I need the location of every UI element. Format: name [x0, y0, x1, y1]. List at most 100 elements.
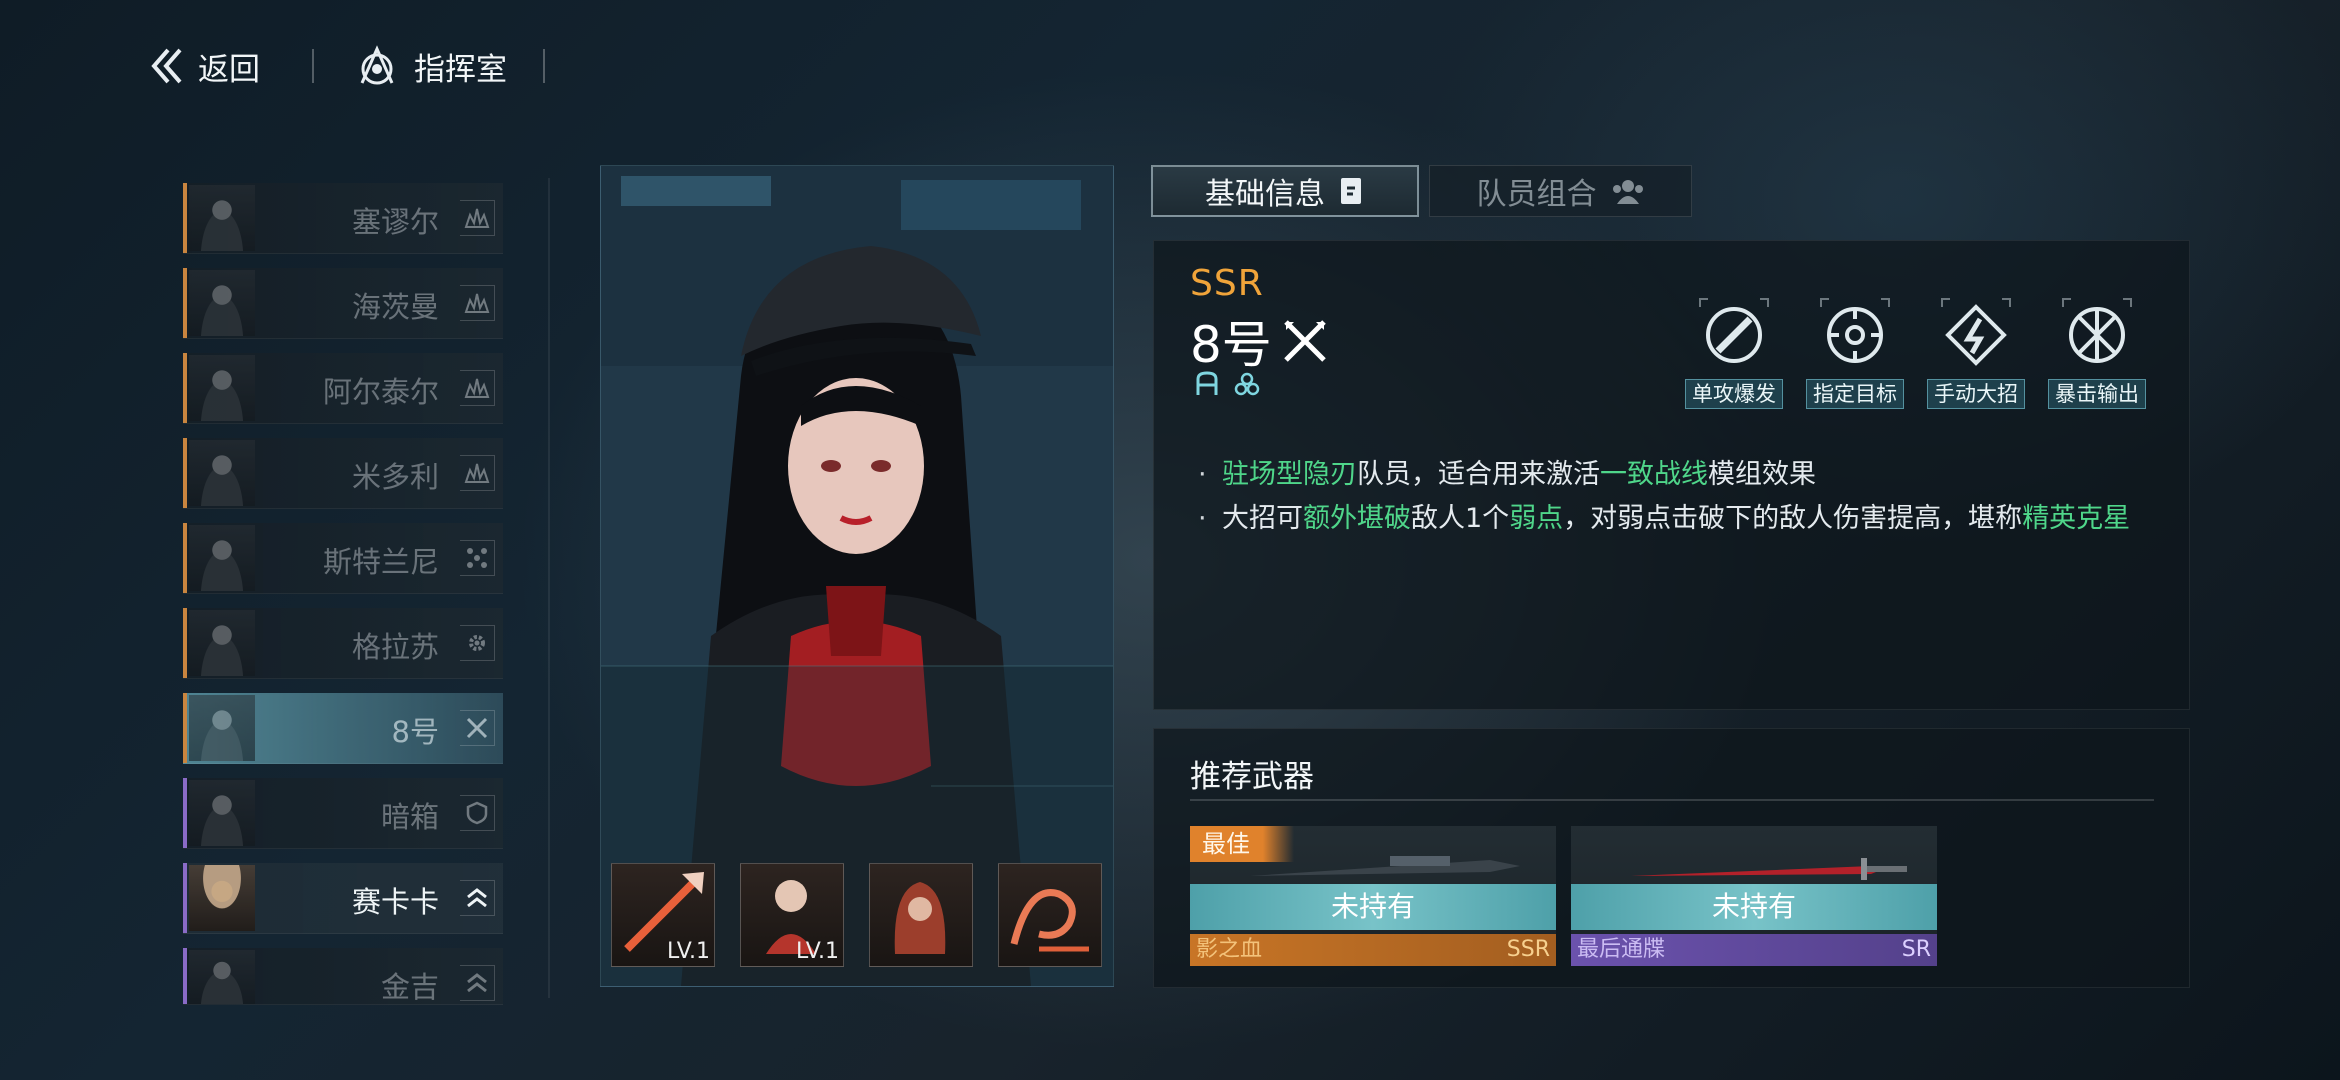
tab-team-combo[interactable]: 队员组合 [1429, 165, 1692, 217]
crossed-blades-class-icon [460, 710, 495, 746]
text: 队员，适合用来激活 [1357, 459, 1600, 490]
command-room-button[interactable]: 指挥室 [354, 43, 507, 89]
roster-item[interactable]: 暗箱 [183, 778, 503, 849]
chevron-class-icon [460, 965, 495, 1001]
rarity-bar [183, 863, 187, 933]
skill-slot[interactable]: LV.1 [611, 863, 715, 967]
roster-name: 塞谬尔 [351, 205, 439, 239]
roster-name: 金吉 [380, 970, 439, 1004]
section-title: 推荐武器 [1190, 759, 1314, 795]
avatar [189, 440, 255, 506]
double-chevron-left-icon [151, 48, 182, 84]
roster-name: 格拉苏 [351, 630, 439, 664]
avatar [189, 270, 255, 336]
rarity-bar [183, 948, 187, 1004]
team-icon [1612, 180, 1643, 204]
description-line: · 大招可额外堪破敌人1个弱点，对弱点击破下的敌人伤害提高，堪称精英克星 [1198, 503, 2131, 534]
trait-label: 单攻爆发 [1685, 379, 1783, 409]
weapon-status: 未持有 [1571, 884, 1937, 930]
single-burst-icon [1694, 293, 1774, 373]
wave-skill-icon [1010, 889, 1089, 952]
trait-label: 指定目标 [1806, 379, 1904, 409]
crit-output-icon [2057, 293, 2137, 373]
trait-label: 暴击输出 [2048, 379, 2146, 409]
roster-name: 阿尔泰尔 [322, 375, 439, 409]
back-button[interactable]: 返回 [148, 44, 260, 89]
divider [543, 49, 545, 83]
command-room-icon [360, 45, 394, 85]
divider [312, 49, 314, 83]
weapon-footer: 影之血 SSR [1190, 934, 1556, 966]
target-icon [1815, 293, 1895, 373]
rarity-bar [183, 268, 187, 338]
weapon-status: 未持有 [1190, 884, 1556, 930]
rarity-bar [183, 778, 187, 848]
hooded-skill-icon [894, 882, 946, 954]
rarity-label: SSR [1190, 263, 1264, 304]
avatar [189, 525, 255, 591]
roster-item[interactable]: 阿尔泰尔 [183, 353, 503, 424]
trait-badge[interactable]: 暴击输出 [2041, 293, 2153, 409]
shield-class-icon [460, 795, 495, 831]
flame-class-icon [460, 285, 495, 321]
skill-slot[interactable]: LV.1 [740, 863, 844, 967]
tab-basic-info[interactable]: 基础信息 [1151, 165, 1419, 217]
recommended-weapons-panel: 推荐武器 最佳 未持有 影之血 SSR 未持有 最后通牒 SR [1153, 728, 2190, 988]
flame-class-icon [460, 200, 495, 236]
rarity-bar [183, 693, 187, 763]
roster-item[interactable]: 赛卡卡 [183, 863, 503, 934]
keyword: 驻场型隐刃 [1222, 459, 1357, 490]
rarity-bar [183, 608, 187, 678]
flame-class-icon [460, 370, 495, 406]
trait-badge[interactable]: 指定目标 [1799, 293, 1911, 409]
roster-item[interactable]: 金吉 [183, 948, 503, 1005]
weapon-card[interactable]: 未持有 最后通牒 SR [1571, 826, 1937, 966]
keyword: 额外堪破 [1303, 503, 1411, 534]
top-bar: 返回 指挥室 [148, 40, 545, 92]
skill-slot[interactable] [998, 863, 1102, 967]
roster-item[interactable]: 塞谬尔 [183, 183, 503, 254]
trait-label: 手动大招 [1927, 379, 2025, 409]
tab-label: 基础信息 [1205, 177, 1325, 212]
trait-badge[interactable]: 手动大招 [1920, 293, 2032, 409]
roster-item[interactable]: 格拉苏 [183, 608, 503, 679]
character-name: 8号 [1190, 305, 1330, 377]
roster-name: 米多利 [351, 460, 439, 494]
roster-name: 海茨曼 [351, 290, 439, 324]
keyword: 弱点 [1509, 503, 1564, 534]
avatar [189, 610, 255, 676]
roster-item[interactable]: 海茨曼 [183, 268, 503, 339]
roster-name: 8号 [391, 715, 439, 749]
weapon-rarity: SSR [1506, 937, 1550, 962]
flame-class-icon [460, 455, 495, 491]
character-portrait: LV.1 LV.1 [600, 165, 1114, 987]
roster-name: 暗箱 [380, 800, 439, 834]
manual-ultimate-icon [1936, 293, 2016, 373]
weapon-name: 最后通牒 [1577, 937, 1666, 962]
roster-item[interactable]: 斯特兰尼 [183, 523, 503, 594]
crossed-blades-class-icon [1284, 320, 1326, 362]
avatar [189, 185, 255, 251]
weapon-rarity: SR [1901, 937, 1931, 962]
keyword: 一致战线 [1600, 459, 1708, 490]
roster-item[interactable]: 米多利 [183, 438, 503, 509]
avatar [189, 950, 255, 1004]
rarity-bar [183, 353, 187, 423]
command-room-label: 指挥室 [414, 51, 507, 88]
element-a-icon [1196, 371, 1218, 395]
character-info-panel: SSR 8号 单攻爆发 指定目标 手动大招 暴击输出 · 驻场型隐刃队员，适合用… [1153, 240, 2190, 710]
character-roster: 塞谬尔 海茨曼 阿尔泰尔 米多利 斯特兰尼 格拉苏 8号 暗箱 赛卡卡 金吉 [183, 183, 503, 1019]
tab-label: 队员组合 [1476, 177, 1597, 212]
document-icon [1341, 178, 1361, 204]
trait-badge[interactable]: 单攻爆发 [1678, 293, 1790, 409]
roster-item-selected[interactable]: 8号 [183, 693, 503, 764]
avatar [189, 865, 255, 931]
divider [1190, 799, 2154, 801]
rarity-bar [183, 183, 187, 253]
weapon-card[interactable]: 最佳 未持有 影之血 SSR [1190, 826, 1556, 966]
character-description: · 驻场型隐刃队员，适合用来激活一致战线模组效果 · 大招可额外堪破敌人1个弱点… [1198, 453, 2130, 541]
cluster-class-icon [460, 540, 495, 576]
skill-level: LV.1 [795, 939, 839, 964]
divider [548, 178, 550, 998]
skill-slot[interactable] [869, 863, 973, 967]
